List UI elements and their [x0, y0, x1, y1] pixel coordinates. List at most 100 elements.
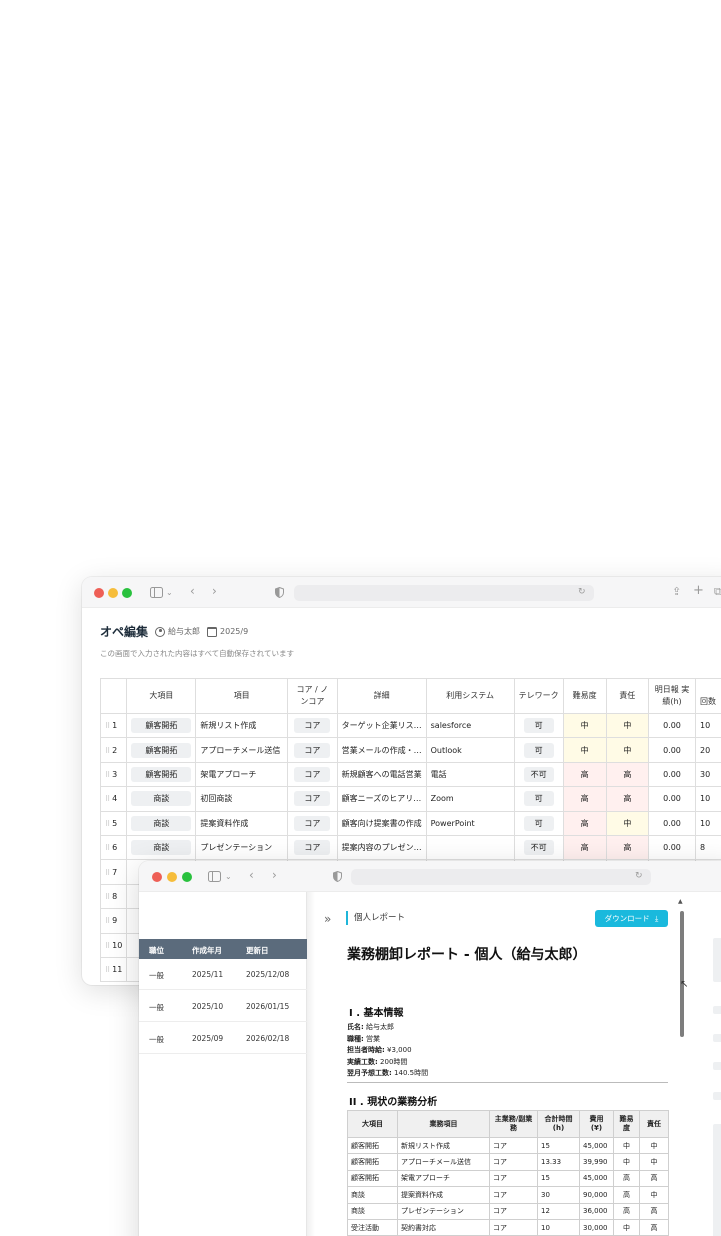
telework-cell[interactable]: 不可	[513, 761, 564, 788]
detail-cell[interactable]: 提案内容のプレゼン…	[336, 834, 427, 861]
category-cell[interactable]: 商談	[126, 786, 197, 812]
category-cell[interactable]: 商談	[126, 834, 197, 861]
hours-cell[interactable]: 0.00	[647, 712, 696, 739]
row-number-cell[interactable]: ⠿ 9	[99, 908, 128, 934]
drag-handle-icon[interactable]: ⠿	[105, 722, 110, 730]
item-cell[interactable]: 新規リスト作成	[195, 712, 289, 739]
minimize-window-button[interactable]	[108, 588, 118, 598]
address-bar[interactable]	[351, 869, 651, 885]
system-cell[interactable]: Zoom	[425, 786, 515, 812]
core-cell[interactable]: コア	[287, 786, 338, 812]
drag-handle-icon[interactable]: ⠿	[105, 869, 110, 877]
responsibility-cell[interactable]: 中	[605, 810, 649, 836]
telework-cell[interactable]: 可	[513, 786, 564, 812]
count-cell[interactable]: 10	[694, 712, 721, 739]
category-cell[interactable]: 商談	[126, 810, 197, 836]
difficulty-cell[interactable]: 中	[562, 712, 607, 739]
core-cell[interactable]: コア	[287, 834, 338, 861]
difficulty-cell[interactable]: 高	[562, 786, 607, 812]
category-cell[interactable]: 顧客開拓	[126, 761, 197, 788]
new-tab-icon[interactable]: +	[693, 584, 704, 597]
row-number-cell[interactable]: ⠿ 6	[99, 834, 128, 861]
difficulty-cell[interactable]: 中	[562, 737, 607, 763]
system-cell[interactable]: Outlook	[425, 737, 515, 763]
table-row[interactable]: ⠿ 2 顧客開拓 アプローチメール送信 コア 営業メールの作成・… Outlook 可中中 0.…	[99, 737, 721, 763]
core-cell[interactable]: コア	[287, 810, 338, 836]
item-cell[interactable]: 提案資料作成	[195, 810, 289, 836]
table-row[interactable]: ⠿ 4 商談 初回商談 コア 顧客ニーズのヒアリ… Zoom 可高高 0.00 10	[99, 786, 721, 812]
row-number-cell[interactable]: ⠿ 11	[99, 956, 128, 983]
download-button[interactable]: ダウンロード ⤓	[595, 910, 668, 927]
list-row[interactable]: 一般 2025/10 2026/01/15	[139, 991, 307, 1022]
drag-handle-icon[interactable]: ⠿	[105, 966, 110, 974]
system-cell[interactable]: 電話	[425, 761, 515, 788]
maximize-window-button[interactable]	[122, 588, 132, 598]
sidebar-toggle-icon[interactable]	[150, 587, 163, 600]
sidebar-toggle-icon[interactable]	[208, 871, 221, 884]
share-icon[interactable]: ⇪	[672, 586, 681, 597]
address-bar[interactable]	[294, 585, 594, 601]
detail-cell[interactable]: 顧客向け提案書の作成	[336, 810, 427, 836]
reload-icon[interactable]: ↻	[635, 871, 643, 882]
tab-overview-icon[interactable]: ⧉	[714, 586, 721, 597]
row-number-cell[interactable]: ⠿ 1	[99, 712, 128, 739]
system-cell[interactable]	[425, 834, 515, 861]
list-row[interactable]: 一般 2025/11 2025/12/08	[139, 959, 307, 990]
drag-handle-icon[interactable]: ⠿	[105, 917, 110, 925]
table-row[interactable]: ⠿ 5 商談 提案資料作成 コア 顧客向け提案書の作成 PowerPoint 可高中 0.00 1…	[99, 810, 721, 836]
system-cell[interactable]: salesforce	[425, 712, 515, 739]
telework-cell[interactable]: 不可	[513, 834, 564, 861]
minimize-window-button[interactable]	[167, 872, 177, 882]
responsibility-cell[interactable]: 中	[605, 712, 649, 739]
drag-handle-icon[interactable]: ⠿	[105, 771, 110, 779]
forward-icon[interactable]: ›	[272, 869, 277, 881]
drag-handle-icon[interactable]: ⠿	[105, 893, 110, 901]
responsibility-cell[interactable]: 中	[605, 737, 649, 763]
count-cell[interactable]: 10	[694, 786, 721, 812]
row-number-cell[interactable]: ⠿ 4	[99, 786, 128, 812]
item-cell[interactable]: 架電アプローチ	[195, 761, 289, 788]
category-cell[interactable]: 顧客開拓	[126, 712, 197, 739]
detail-cell[interactable]: 営業メールの作成・…	[336, 737, 427, 763]
drag-handle-icon[interactable]: ⠿	[105, 747, 110, 755]
expand-panel-icon[interactable]: »	[324, 912, 331, 926]
table-row[interactable]: ⠿ 1 顧客開拓 新規リスト作成 コア ターゲット企業リス… salesforce 可中中 0.…	[99, 712, 721, 739]
drag-handle-icon[interactable]: ⠿	[105, 820, 110, 828]
responsibility-cell[interactable]: 高	[605, 786, 649, 812]
forward-icon[interactable]: ›	[212, 585, 217, 597]
table-row[interactable]: ⠿ 3 顧客開拓 架電アプローチ コア 新規顧客への電話営業 電話 不可高高 0.00 30	[99, 761, 721, 788]
responsibility-cell[interactable]: 高	[605, 834, 649, 861]
hours-cell[interactable]: 0.00	[647, 737, 696, 763]
telework-cell[interactable]: 可	[513, 712, 564, 739]
maximize-window-button[interactable]	[182, 872, 192, 882]
hours-cell[interactable]: 0.00	[647, 810, 696, 836]
count-cell[interactable]: 8	[694, 834, 721, 861]
detail-cell[interactable]: 顧客ニーズのヒアリ…	[336, 786, 427, 812]
chevron-down-icon[interactable]: ⌄	[166, 587, 173, 598]
reload-icon[interactable]: ↻	[578, 587, 586, 598]
telework-cell[interactable]: 可	[513, 810, 564, 836]
scrollbar-thumb[interactable]	[680, 911, 684, 1037]
core-cell[interactable]: コア	[287, 712, 338, 739]
back-icon[interactable]: ‹	[190, 585, 195, 597]
drag-handle-icon[interactable]: ⠿	[105, 795, 110, 803]
close-window-button[interactable]	[152, 872, 162, 882]
scroll-up-icon[interactable]: ▲	[678, 898, 683, 905]
responsibility-cell[interactable]: 高	[605, 761, 649, 788]
difficulty-cell[interactable]: 高	[562, 761, 607, 788]
detail-cell[interactable]: ターゲット企業リス…	[336, 712, 427, 739]
item-cell[interactable]: プレゼンテーション	[195, 834, 289, 861]
category-cell[interactable]: 顧客開拓	[126, 737, 197, 763]
core-cell[interactable]: コア	[287, 737, 338, 763]
row-number-cell[interactable]: ⠿ 3	[99, 761, 128, 788]
row-number-cell[interactable]: ⠿ 5	[99, 810, 128, 836]
detail-cell[interactable]: 新規顧客への電話営業	[336, 761, 427, 788]
hours-cell[interactable]: 0.00	[647, 761, 696, 788]
count-cell[interactable]: 20	[694, 737, 721, 763]
count-cell[interactable]: 10	[694, 810, 721, 836]
core-cell[interactable]: コア	[287, 761, 338, 788]
list-row[interactable]: 一般 2025/09 2026/02/18	[139, 1023, 307, 1054]
row-number-cell[interactable]: ⠿ 2	[99, 737, 128, 763]
item-cell[interactable]: 初回商談	[195, 786, 289, 812]
hours-cell[interactable]: 0.00	[647, 834, 696, 861]
